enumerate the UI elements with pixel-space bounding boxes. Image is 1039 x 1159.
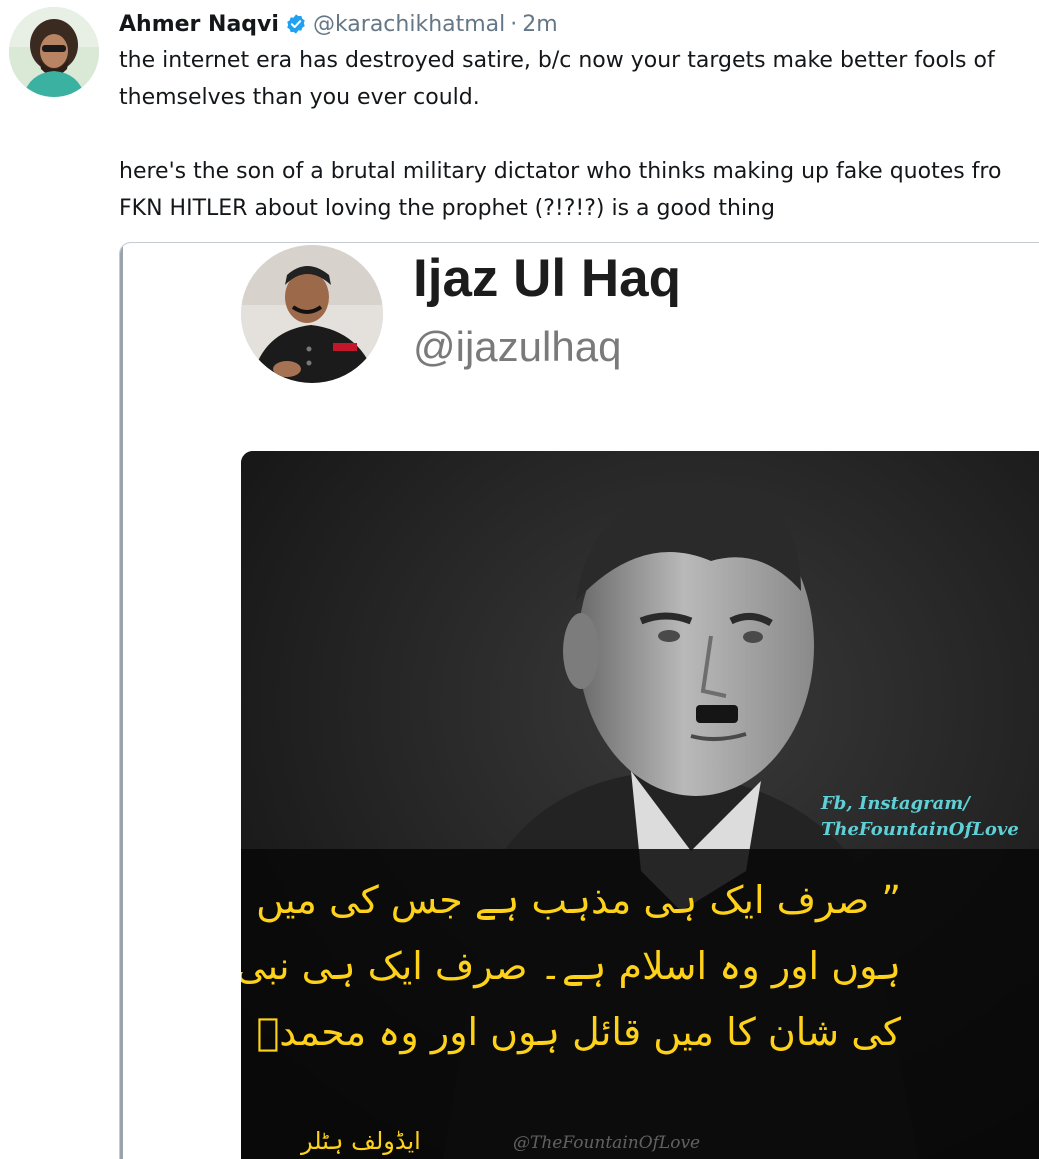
tweet-header: Ahmer Naqvi @karachikhatmal · 2m <box>119 8 558 40</box>
urdu-quote-line: کی شان کا میں قائل ہوں اور وہ محمدؐ ہیں۔… <box>241 1010 901 1054</box>
urdu-quote-attribution: ایڈولف ہٹلر <box>301 1127 421 1155</box>
image-credit-line: TheFountainOfLove <box>821 819 1019 840</box>
image-watermark: @TheFountainOfLove <box>513 1133 701 1153</box>
image-credit-line: Fb, Instagram/ <box>821 793 970 814</box>
embedded-profile-handle: @ijazulhaq <box>413 323 622 370</box>
avatar[interactable] <box>9 7 99 97</box>
tweet-text-line: the internet era has destroyed satire, b… <box>119 48 995 73</box>
urdu-quote-line: ” صرف ایک ہی مذہب ہے جس کی میں عزت کرتا <box>241 878 901 922</box>
author-handle[interactable]: @karachikhatmal <box>313 12 505 37</box>
embedded-quote-photo: Fb, Instagram/ TheFountainOfLove ” صرف ا… <box>241 451 1039 1159</box>
image-credit: Fb, Instagram/ TheFountainOfLove <box>821 791 1019 843</box>
verified-badge-icon <box>285 13 307 35</box>
tweet-text-line: here's the son of a brutal military dict… <box>119 159 1002 184</box>
embedded-profile-name: Ijaz Ul Haq <box>413 249 682 308</box>
tweet-text-line: FKN HITLER about loving the prophet (?!?… <box>119 196 775 221</box>
meta-separator: · <box>510 11 518 37</box>
tweet: Ahmer Naqvi @karachikhatmal · 2m the int… <box>0 0 1039 1159</box>
embedded-profile-avatar <box>241 245 383 383</box>
tweet-timestamp[interactable]: 2m <box>522 12 557 37</box>
urdu-quote: ” صرف ایک ہی مذہب ہے جس کی میں عزت کرتا … <box>241 867 901 1065</box>
avatar-photo <box>9 7 99 97</box>
tweet-media-image[interactable]: Ijaz Ul Haq @ijazulhaq Fb, Instagram/ Th… <box>119 242 1039 1159</box>
urdu-quote-line: ہوں اور وہ اسلام ہے۔ صرف ایک ہی نبیؐ ہے … <box>241 944 901 988</box>
author-name[interactable]: Ahmer Naqvi <box>119 12 279 37</box>
tweet-text-line: themselves than you ever could. <box>119 85 480 110</box>
tweet-text: the internet era has destroyed satire, b… <box>119 42 1039 227</box>
